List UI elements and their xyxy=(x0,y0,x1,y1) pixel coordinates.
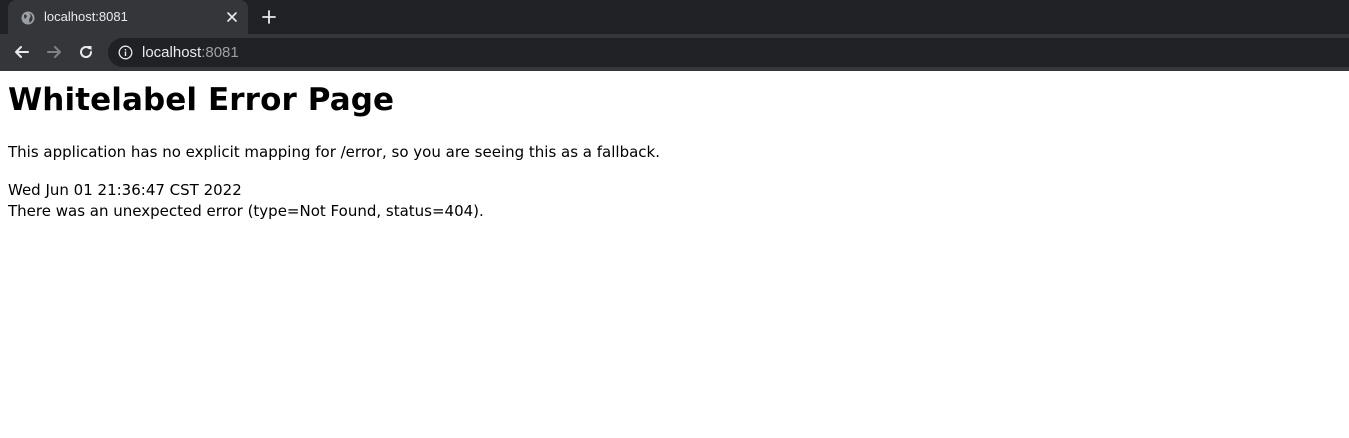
close-icon[interactable] xyxy=(224,9,240,25)
url-text[interactable]: localhost:8081 xyxy=(142,44,239,61)
error-message: There was an unexpected error (type=Not … xyxy=(8,202,484,220)
page-content: Whitelabel Error Page This application h… xyxy=(0,71,1349,438)
page-title: Whitelabel Error Page xyxy=(8,82,395,118)
error-details: Wed Jun 01 21:36:47 CST 2022 There was a… xyxy=(8,180,484,222)
info-icon[interactable] xyxy=(118,45,133,60)
reload-icon[interactable] xyxy=(76,42,96,62)
globe-icon xyxy=(21,10,35,25)
browser-chrome: localhost:8081 localhost:8081 xyxy=(0,0,1349,71)
plus-icon[interactable] xyxy=(260,8,278,26)
address-bar[interactable]: localhost:8081 xyxy=(108,38,1349,67)
tab-title: localhost:8081 xyxy=(44,9,128,24)
arrow-right-icon[interactable] xyxy=(44,42,64,62)
url-port: :8081 xyxy=(201,44,239,61)
tab-localhost[interactable]: localhost:8081 xyxy=(8,0,248,34)
error-description: This application has no explicit mapping… xyxy=(8,143,660,161)
tab-strip: localhost:8081 xyxy=(0,0,1349,34)
url-host: localhost xyxy=(142,44,202,61)
toolbar: localhost:8081 xyxy=(0,34,1349,71)
arrow-left-icon[interactable] xyxy=(12,42,32,62)
error-timestamp: Wed Jun 01 21:36:47 CST 2022 xyxy=(8,181,242,199)
